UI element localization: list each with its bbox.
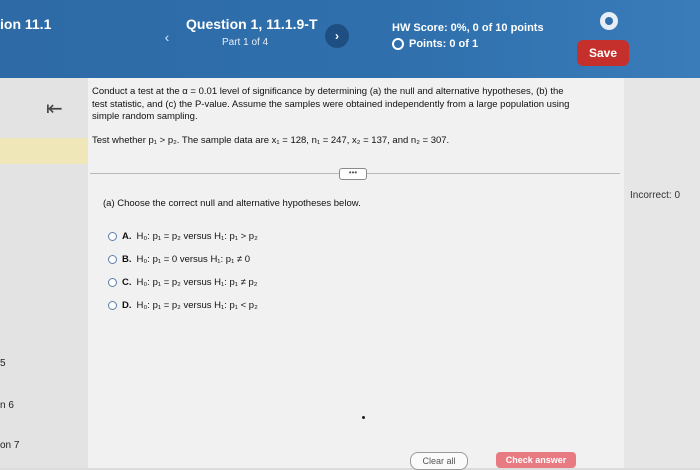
radio-icon[interactable] xyxy=(108,255,117,264)
points-text: Points: 0 of 1 xyxy=(409,38,479,50)
sample-data-line: Test whether p₁ > p₂. The sample data ar… xyxy=(92,135,450,146)
right-panel xyxy=(624,78,700,468)
radio-icon[interactable] xyxy=(108,301,117,310)
radio-icon[interactable] xyxy=(108,278,117,287)
option-d[interactable]: D. H₀: p₁ = p₂ versus H₁: p₁ < p₂ xyxy=(108,300,258,311)
question-prompt: Conduct a test at the α = 0.01 level of … xyxy=(92,86,612,124)
top-bar: ion 11.1 ‹ Question 1, 11.1.9-T Part 1 o… xyxy=(0,0,700,78)
progress-ring-icon xyxy=(392,38,404,50)
sidebar-item-6[interactable]: n 6 xyxy=(0,400,14,411)
question-title: Question 1, 11.1.9-T xyxy=(186,16,318,32)
section-label: ion 11.1 xyxy=(0,16,52,32)
option-a[interactable]: A. H₀: p₁ = p₂ versus H₁: p₁ > p₂ xyxy=(108,231,258,242)
option-letter: A. xyxy=(122,231,132,242)
points-status: Points: 0 of 1 xyxy=(392,38,478,50)
hw-score: HW Score: 0%, 0 of 10 points xyxy=(392,22,544,34)
option-b[interactable]: B. H₀: p₁ = 0 versus H₁: p₁ ≠ 0 xyxy=(108,254,250,265)
option-letter: B. xyxy=(122,254,132,265)
incorrect-count: Incorrect: 0 xyxy=(630,190,681,201)
prompt-line: test statistic, and (c) the P-value. Ass… xyxy=(92,98,570,110)
current-item-highlight xyxy=(0,138,88,164)
settings-icon[interactable] xyxy=(600,12,618,30)
question-part: Part 1 of 4 xyxy=(222,37,269,48)
option-c[interactable]: C. H₀: p₁ = p₂ versus H₁: p₁ ≠ p₂ xyxy=(108,277,257,288)
collapse-arrow-icon[interactable]: ⇤ xyxy=(46,96,63,121)
part-a-question: (a) Choose the correct null and alternat… xyxy=(103,198,361,209)
sidebar-item-5[interactable]: 5 xyxy=(0,358,6,369)
option-letter: D. xyxy=(122,300,132,311)
sidebar-item-7[interactable]: on 7 xyxy=(0,440,19,451)
option-letter: C. xyxy=(122,277,132,288)
radio-icon[interactable] xyxy=(108,232,117,241)
option-text: H₀: p₁ = p₂ versus H₁: p₁ < p₂ xyxy=(136,300,258,311)
option-text: H₀: p₁ = p₂ versus H₁: p₁ ≠ p₂ xyxy=(136,277,258,288)
prompt-line: Conduct a test at the α = 0.01 level of … xyxy=(92,86,564,97)
option-text: H₀: p₁ = p₂ versus H₁: p₁ > p₂ xyxy=(136,231,258,242)
expand-button[interactable]: ••• xyxy=(339,168,367,180)
previous-question-button[interactable]: ‹ xyxy=(160,30,174,44)
cursor-dot xyxy=(362,416,365,419)
next-question-button[interactable]: › xyxy=(325,24,349,48)
clear-all-button[interactable]: Clear all xyxy=(410,452,468,470)
option-text: H₀: p₁ = 0 versus H₁: p₁ ≠ 0 xyxy=(136,254,251,265)
save-button[interactable]: Save xyxy=(577,40,629,66)
prompt-line: simple random sampling. xyxy=(92,111,198,122)
check-answer-button[interactable]: Check answer xyxy=(496,452,576,468)
